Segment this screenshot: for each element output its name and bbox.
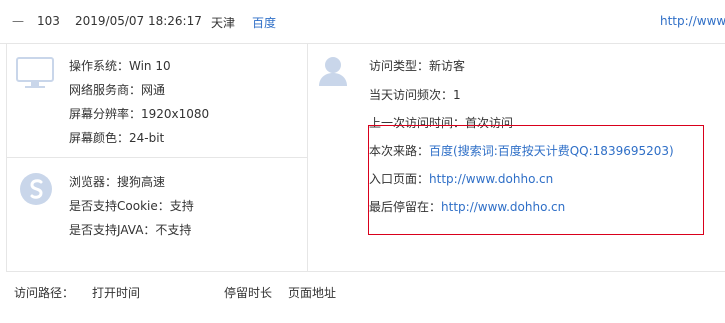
user-icon [317,55,349,90]
collapse-toggle[interactable]: — [12,14,24,28]
os-info: 操作系统：Win 10 [69,59,171,73]
visit-source-link[interactable]: 百度 [252,14,276,31]
column-header-duration: 停留时长 [224,286,273,300]
left-section-divider [6,157,307,158]
visit-type-info: 访问类型：新访客 [369,59,466,73]
visits-today-info: 当天访问频次：1 [369,88,461,102]
column-header-open-time: 打开时间 [92,286,141,300]
visit-datetime: 2019/05/07 18:26:17 [75,14,202,28]
browser-info: 浏览器：搜狗高速 [69,175,166,189]
resolution-info: 屏幕分辨率：1920x1080 [69,107,210,121]
visit-city: 天津 [211,16,236,30]
highlight-box [368,125,704,235]
cookie-support-info: 是否支持Cookie：支持 [69,199,194,213]
color-depth-info: 屏幕颜色：24-bit [69,131,165,145]
header-divider [0,43,725,44]
panel-center-divider [307,43,308,271]
visit-url-link[interactable]: http://www.c [660,14,725,28]
isp-info: 网络服务商：网通 [69,83,166,97]
monitor-icon [16,57,56,94]
column-header-page-url: 页面地址 [288,286,337,300]
java-support-info: 是否支持JAVA：不支持 [69,223,192,237]
path-table-label: 访问路径： [14,286,75,300]
sogou-browser-icon [18,171,54,210]
panel-bottom-divider [6,271,725,272]
visit-id: 103 [37,14,60,28]
